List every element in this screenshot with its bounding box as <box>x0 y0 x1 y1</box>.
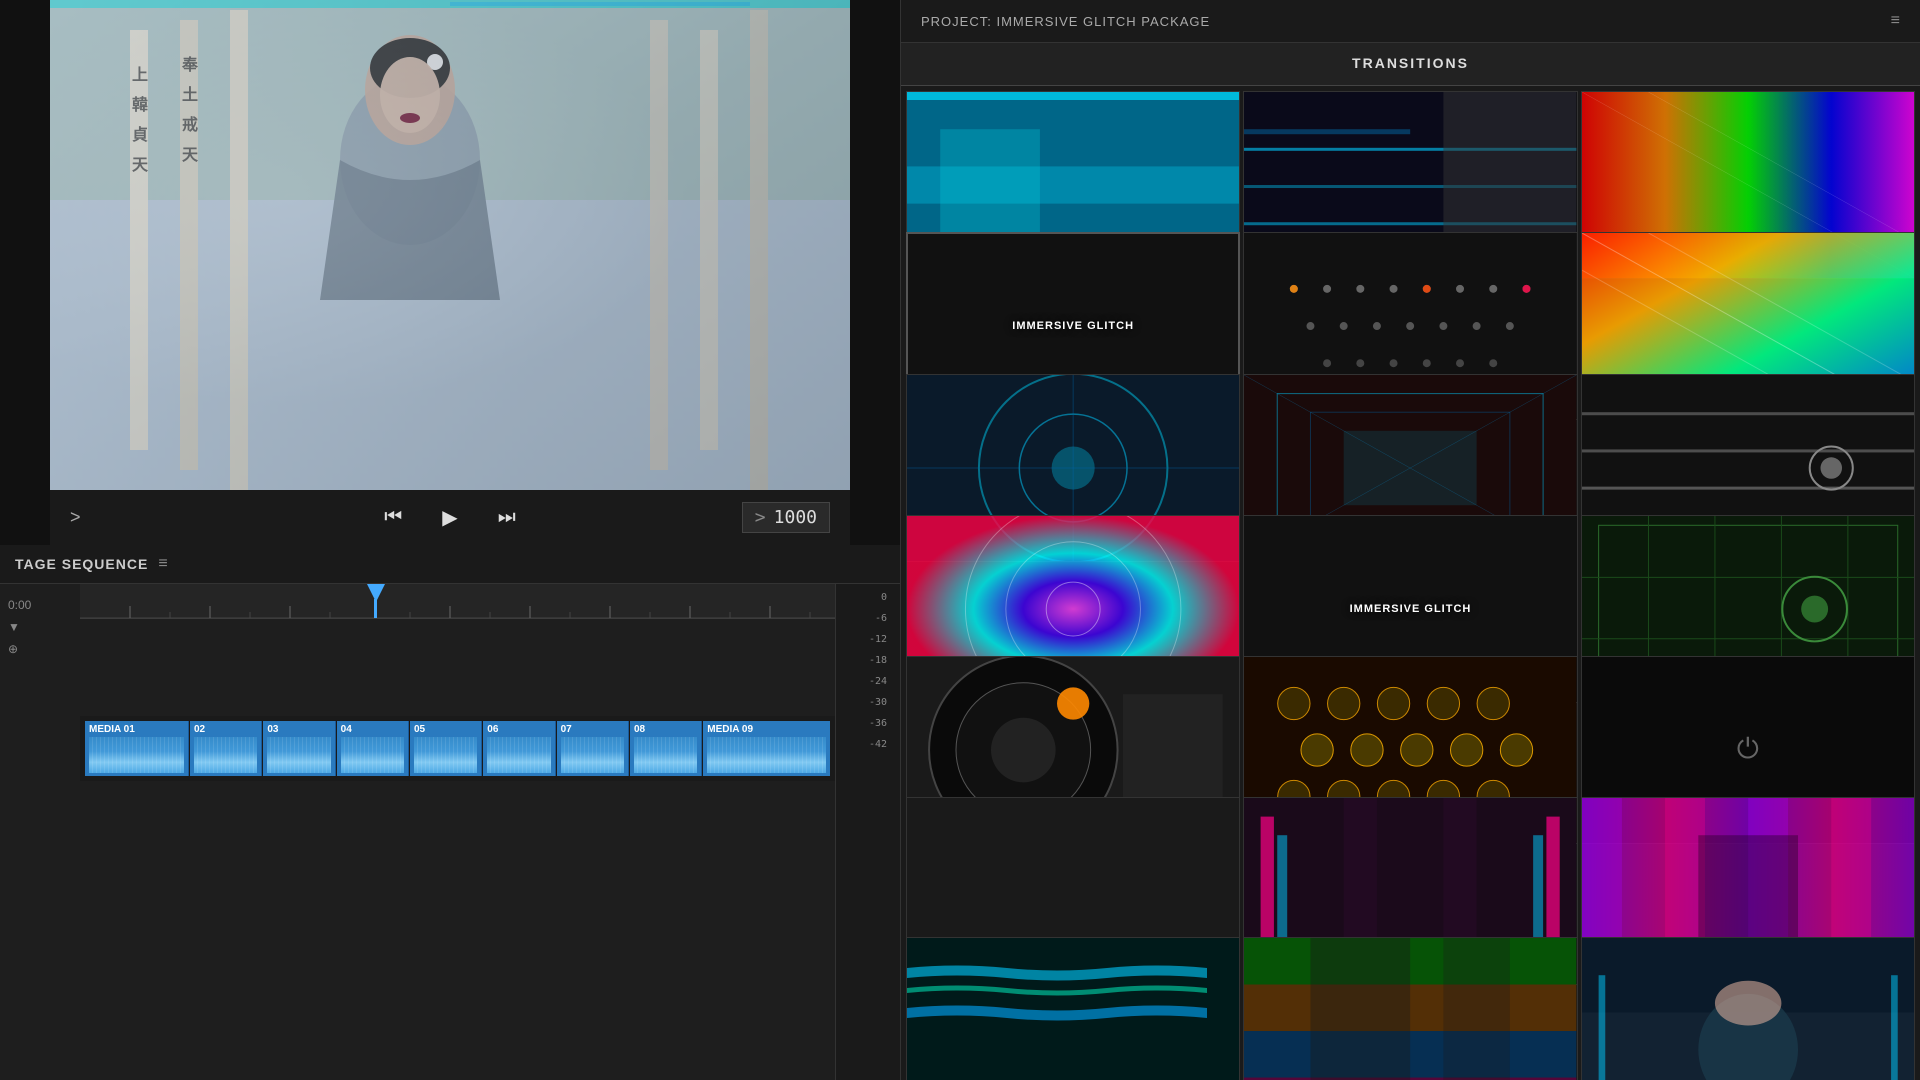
timeline-menu-icon[interactable]: ≡ <box>158 555 167 573</box>
clip-label-03: 03 <box>267 724 330 735</box>
timeline-tool-add[interactable]: ⊕ <box>0 638 80 660</box>
timecode-display: > 1000 <box>742 502 830 533</box>
waveform-02 <box>194 737 257 773</box>
waveform-05 <box>414 737 477 773</box>
waveform-01 <box>89 737 184 773</box>
timeline-tool-select[interactable]: ▼ <box>0 616 80 638</box>
svg-text:天: 天 <box>182 147 199 164</box>
svg-text:戒: 戒 <box>182 115 198 134</box>
vu-label-n30: -30 <box>836 697 895 708</box>
svg-text:奉: 奉 <box>181 55 199 74</box>
clip-media01[interactable]: MEDIA 01 <box>85 721 189 776</box>
transition-item-20[interactable] <box>1243 937 1577 1080</box>
clip-media07[interactable]: 07 <box>557 721 629 776</box>
transitions-title: TRANSITIONS <box>1352 55 1469 71</box>
svg-text:天: 天 <box>132 157 149 174</box>
waveform-09 <box>707 737 826 773</box>
timeline-left: 0:00 ▼ ⊕ <box>0 584 80 1080</box>
step-forward-button[interactable]: ⏭ <box>493 501 521 534</box>
clip-media09[interactable]: MEDIA 09 <box>703 721 830 776</box>
transition-item-21[interactable] <box>1581 937 1915 1080</box>
clip-label-07: 07 <box>561 724 624 735</box>
clip-label-09: MEDIA 09 <box>707 724 826 735</box>
clip-media05[interactable]: 05 <box>410 721 482 776</box>
empty-track <box>80 783 835 883</box>
waveform-04 <box>341 737 404 773</box>
waveform-08 <box>634 737 697 773</box>
project-menu-icon[interactable]: ≡ <box>1891 12 1900 30</box>
clip-media08[interactable]: 08 <box>630 721 702 776</box>
transition-label-4: IMMERSIVE GLITCH <box>1012 320 1134 332</box>
video-track[interactable]: MEDIA 01 02 03 04 <box>80 716 835 781</box>
clip-label-04: 04 <box>341 724 404 735</box>
vu-label-n36: -36 <box>836 718 895 729</box>
clip-media03[interactable]: 03 <box>263 721 335 776</box>
vu-label-0: 0 <box>836 592 895 603</box>
waveform-06 <box>487 737 550 773</box>
clip-label-02: 02 <box>194 724 257 735</box>
vu-meter: 0 -6 -12 -18 -24 -30 -36 -42 <box>835 584 900 1080</box>
timecode-value: 1000 <box>774 507 817 528</box>
timeline-body: 0:00 ▼ ⊕ <box>0 584 900 1080</box>
expand-button[interactable]: > <box>70 507 81 528</box>
video-preview: 上 韓 貞 天 奉 土 戒 天 <box>50 0 850 490</box>
clip-label-06: 06 <box>487 724 550 735</box>
clip-label-01: MEDIA 01 <box>89 724 184 735</box>
transition-item-19[interactable] <box>906 937 1240 1080</box>
clip-media04[interactable]: 04 <box>337 721 409 776</box>
transitions-grid: IMMERSIVE GLITCH <box>901 86 1920 1080</box>
svg-text:土: 土 <box>182 85 198 104</box>
waveform-03 <box>267 737 330 773</box>
timeline-section: TAGE SEQUENCE ≡ 0:00 ▼ ⊕ <box>0 545 900 1080</box>
step-back-button[interactable]: ⏮ <box>379 501 407 534</box>
audio-track-empty <box>80 619 835 714</box>
timecode-arrow: > <box>755 507 766 528</box>
waveform-07 <box>561 737 624 773</box>
project-header: PROJECT: IMMERSIVE GLITCH PACKAGE ≡ <box>901 0 1920 43</box>
vu-label-n6: -6 <box>836 613 895 624</box>
vu-label-n12: -12 <box>836 634 895 645</box>
play-button[interactable]: ▶ <box>437 500 462 535</box>
left-panel: 上 韓 貞 天 奉 土 戒 天 > ⏮ ▶ ⏭ > 1000 TAGE <box>0 0 900 1080</box>
video-frame: 上 韓 貞 天 奉 土 戒 天 <box>50 0 850 490</box>
svg-text:貞: 貞 <box>132 126 148 144</box>
timeline-header: TAGE SEQUENCE ≡ <box>0 545 900 584</box>
timeline-title: TAGE SEQUENCE <box>15 556 148 572</box>
transitions-header: TRANSITIONS <box>901 43 1920 86</box>
timeline-ruler <box>80 584 835 619</box>
svg-text:韓: 韓 <box>132 95 148 114</box>
vu-label-n18: -18 <box>836 655 895 666</box>
clip-media06[interactable]: 06 <box>483 721 555 776</box>
clip-label-05: 05 <box>414 724 477 735</box>
vu-label-n24: -24 <box>836 676 895 687</box>
vu-label-n42: -42 <box>836 739 895 750</box>
clip-media02[interactable]: 02 <box>190 721 262 776</box>
svg-text:上: 上 <box>132 66 148 84</box>
project-title: PROJECT: IMMERSIVE GLITCH PACKAGE <box>921 14 1210 29</box>
transition-label-11: IMMERSIVE GLITCH <box>1350 603 1472 615</box>
clip-label-08: 08 <box>634 724 697 735</box>
timeline-main: MEDIA 01 02 03 04 <box>80 584 835 1080</box>
video-controls: > ⏮ ▶ ⏭ > 1000 <box>50 490 850 545</box>
timeline-time-display: 0:00 <box>0 594 80 616</box>
right-panel: PROJECT: IMMERSIVE GLITCH PACKAGE ≡ TRAN… <box>900 0 1920 1080</box>
